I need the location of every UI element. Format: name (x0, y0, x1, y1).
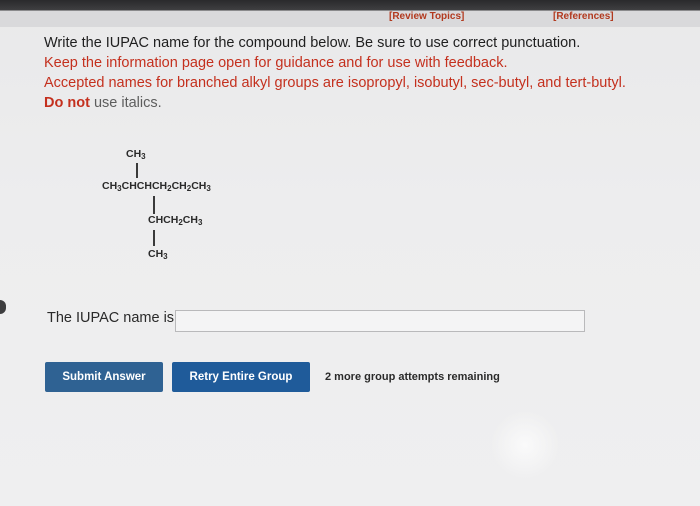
instruction-line: Keep the information page open for guida… (44, 55, 508, 71)
review-topics-link[interactable]: [Review Topics] (389, 11, 464, 22)
instruction-line: Do not use italics. (44, 93, 626, 113)
instructions: Write the IUPAC name for the compound be… (44, 33, 626, 113)
answer-label: The IUPAC name is (47, 310, 175, 326)
bond-line (153, 230, 155, 246)
attempts-remaining: 2 more group attempts remaining (325, 371, 500, 383)
side-handle[interactable] (0, 300, 6, 314)
retry-group-button[interactable]: Retry Entire Group (172, 362, 310, 392)
iupac-name-input[interactable] (175, 310, 585, 332)
references-link[interactable]: [References] (553, 11, 614, 22)
instruction-line: Write the IUPAC name for the compound be… (44, 35, 581, 51)
bond-line (153, 196, 155, 214)
top-methyl-group: CH3 (126, 148, 146, 161)
instruction-rest: use italics. (93, 95, 162, 111)
main-chain: CH3CHCHCH2CH2CH3 (102, 180, 211, 193)
screen-glare (490, 410, 560, 480)
bond-line (136, 163, 138, 178)
chemical-structure: CH3 CH3CHCHCH2CH2CH3 CHCH2CH3 CH3 (102, 146, 272, 268)
submit-answer-button[interactable]: Submit Answer (45, 362, 163, 392)
emphasis-text: Do not (44, 95, 90, 111)
instruction-line: Accepted names for branched alkyl groups… (44, 75, 626, 91)
bottom-methyl-group: CH3 (148, 248, 168, 261)
branch-group: CHCH2CH3 (148, 214, 203, 227)
